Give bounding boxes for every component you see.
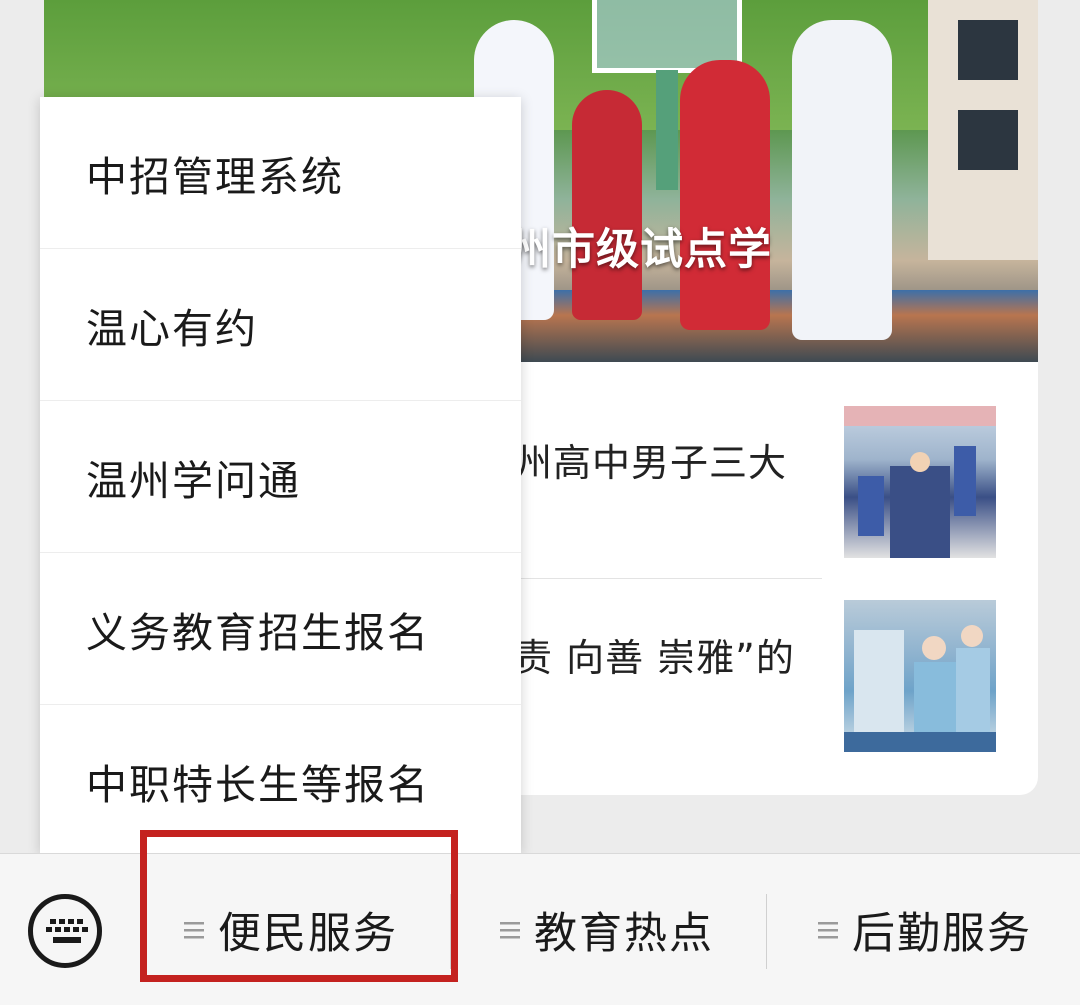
- player-figure: [680, 60, 770, 330]
- tab-label: 教育热点: [534, 908, 714, 959]
- tab-separator: [766, 894, 767, 969]
- menu-item[interactable]: 中招管理系统: [40, 97, 521, 249]
- highlight-box: [140, 830, 458, 982]
- tab-education-hotspots[interactable]: 教育热点: [500, 854, 714, 1005]
- menu-item[interactable]: 温心有约: [40, 249, 521, 401]
- basketball-game-image: [844, 406, 996, 558]
- news-title: 责 向善 崇雅”的: [514, 636, 795, 680]
- tab-label: 后勤服务: [852, 908, 1032, 959]
- keyboard-icon[interactable]: [28, 894, 102, 968]
- player-figure: [572, 90, 642, 320]
- hamburger-icon: [500, 921, 520, 938]
- service-dropdown-menu: 中招管理系统 温心有约 温州学问通 义务教育招生报名 中职特长生等报名: [40, 97, 521, 853]
- news-thumbnail: [844, 600, 996, 752]
- nursing-students-image: [844, 625, 996, 752]
- hoop-pole-image: [656, 70, 678, 190]
- news-title: 州高中男子三大: [514, 441, 788, 485]
- menu-item[interactable]: 温州学问通: [40, 401, 521, 553]
- hamburger-icon: [818, 921, 838, 938]
- news-divider: [470, 578, 822, 579]
- news-thumbnail: [844, 406, 996, 558]
- player-figure: [792, 20, 892, 340]
- menu-item[interactable]: 义务教育招生报名: [40, 553, 521, 705]
- tab-logistics-services[interactable]: 后勤服务: [818, 854, 1032, 1005]
